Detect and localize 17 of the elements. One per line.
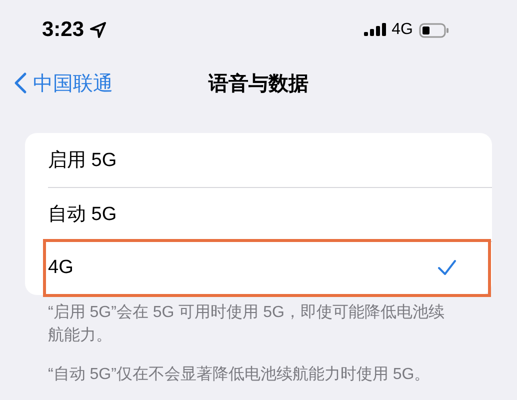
- option-row[interactable]: 自动 5G: [25, 187, 492, 241]
- option-label: 4G: [48, 257, 74, 279]
- chevron-left-icon: [14, 72, 27, 94]
- option-row[interactable]: 启用 5G: [25, 133, 492, 187]
- option-label: 自动 5G: [48, 203, 117, 227]
- footer-note: “启用 5G”会在 5G 可用时使用 5G，即使可能降低电池续航能力。: [48, 302, 446, 346]
- footer-note: “自动 5G”仅在不会显著降低电池续航能力时使用 5G。: [48, 364, 432, 385]
- signal-icon: [364, 23, 386, 37]
- option-row[interactable]: 4G: [25, 241, 492, 295]
- network-type: 4G: [392, 21, 413, 39]
- location-arrow-icon: [90, 22, 106, 38]
- clock-time: 3:23: [42, 18, 84, 42]
- battery-icon: [419, 22, 449, 38]
- page-title: 语音与数据: [208, 72, 308, 94]
- back-button[interactable]: 中国联通: [14, 70, 113, 96]
- option-label: 启用 5G: [48, 149, 117, 173]
- checkmark-icon: [438, 260, 456, 276]
